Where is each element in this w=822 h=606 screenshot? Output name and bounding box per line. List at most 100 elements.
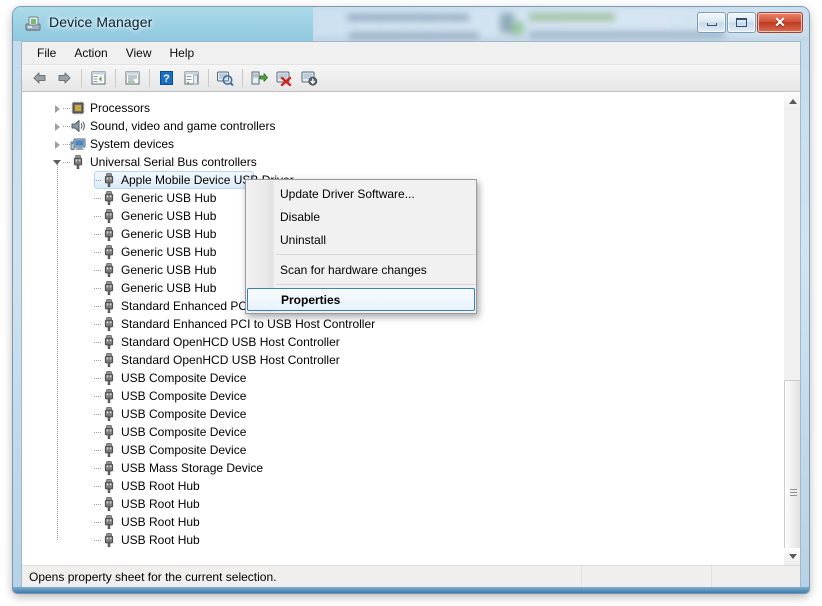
menu-file[interactable]: File (28, 44, 65, 63)
context-menu-item[interactable]: Properties (247, 288, 475, 311)
show-hide-console-tree-icon[interactable] (86, 67, 110, 90)
tree-item-label: Processors (90, 101, 151, 115)
tree-connector-line (94, 251, 101, 253)
toolbar-separator (81, 69, 82, 87)
usb-icon (101, 172, 117, 188)
menu-action[interactable]: Action (65, 44, 116, 63)
tree-item[interactable]: USB Composite Device (22, 423, 783, 441)
tree-item[interactable]: System devices (22, 135, 783, 153)
tree-connector-line (94, 377, 101, 379)
tree-item-label: USB Root Hub (121, 497, 200, 511)
menu-view[interactable]: View (117, 44, 161, 63)
tree-item[interactable]: Standard OpenHCD USB Host Controller (22, 333, 783, 351)
vertical-scrollbar[interactable] (783, 93, 800, 565)
tree-connector-line (94, 431, 101, 433)
back-icon[interactable] (27, 67, 51, 90)
help-icon[interactable]: ? (154, 67, 178, 90)
tree-item[interactable]: Standard Enhanced PCI to USB Host Contro… (22, 315, 783, 333)
tree-item[interactable]: USB Composite Device (22, 369, 783, 387)
tree-collapse-icon[interactable] (52, 157, 63, 168)
tree-item[interactable]: Standard OpenHCD USB Host Controller (22, 351, 783, 369)
tree-expand-icon[interactable] (52, 139, 63, 150)
usb-icon (101, 226, 117, 242)
close-button[interactable]: ✕ (757, 12, 803, 33)
status-message: Opens property sheet for the current sel… (22, 566, 582, 587)
window-client-area: File Action View Help ? Processors Sound… (21, 41, 801, 587)
tree-item[interactable]: USB Composite Device (22, 387, 783, 405)
disable-device-icon[interactable] (297, 67, 321, 90)
sound-icon (70, 118, 86, 134)
context-menu-item[interactable]: Scan for hardware changes (246, 258, 476, 281)
context-menu-item[interactable]: Uninstall (246, 228, 476, 251)
title-bar[interactable]: Device Manager ✕ (13, 7, 809, 41)
tree-item[interactable]: USB Composite Device (22, 405, 783, 423)
tree-item-label: Standard OpenHCD USB Host Controller (121, 335, 340, 349)
tree-connector-line (94, 539, 101, 541)
tree-item-label: Generic USB Hub (121, 263, 217, 277)
desktop-background: Device Manager ✕ File Action View Help ?… (0, 0, 822, 606)
tree-item-label: Sound, video and game controllers (90, 119, 276, 133)
tree-item[interactable]: USB Root Hub (22, 513, 783, 531)
usb-icon (101, 316, 117, 332)
close-icon: ✕ (774, 14, 786, 30)
context-menu[interactable]: Update Driver Software... Disable Uninstal… (245, 179, 477, 314)
tree-item[interactable]: Sound, video and game controllers (22, 117, 783, 135)
maximize-button[interactable] (727, 12, 756, 33)
device-tree[interactable]: Processors Sound, video and game controll… (22, 93, 783, 565)
tree-item-label: Standard OpenHCD USB Host Controller (121, 353, 340, 367)
forward-icon[interactable] (52, 67, 76, 90)
tree-connector-line (94, 269, 101, 271)
tree-item[interactable]: Processors (22, 99, 783, 117)
usb-icon (101, 406, 117, 422)
tree-connector-line (94, 413, 101, 415)
tree-item-label: Generic USB Hub (121, 209, 217, 223)
tree-item-label: USB Composite Device (121, 425, 247, 439)
tree-item[interactable]: USB Mass Storage Device (22, 459, 783, 477)
tree-item-label: USB Composite Device (121, 443, 247, 457)
properties-icon[interactable] (120, 67, 144, 90)
usb-icon (101, 496, 117, 512)
tree-item-label: USB Composite Device (121, 371, 247, 385)
scrollbar-grip-icon (790, 488, 797, 498)
tree-item-label: Universal Serial Bus controllers (90, 155, 257, 169)
update-driver-software-icon[interactable] (247, 67, 271, 90)
tree-item[interactable]: USB Composite Device (22, 441, 783, 459)
uninstall-device-icon[interactable] (272, 67, 296, 90)
tree-item[interactable]: USB Root Hub (22, 495, 783, 513)
context-menu-item[interactable]: Disable (246, 205, 476, 228)
tree-expand-icon[interactable] (52, 103, 63, 114)
usb-icon (101, 208, 117, 224)
scroll-up-icon[interactable] (784, 93, 800, 110)
scan-for-hardware-changes-icon[interactable] (213, 67, 237, 90)
show-hide-action-pane-icon[interactable] (179, 67, 203, 90)
context-menu-separator (276, 254, 475, 255)
device-manager-window: Device Manager ✕ File Action View Help ?… (13, 7, 809, 593)
usb-icon (101, 262, 117, 278)
menu-help[interactable]: Help (161, 44, 204, 63)
tree-item[interactable]: USB Root Hub (22, 477, 783, 495)
tree-item[interactable]: Universal Serial Bus controllers (22, 153, 783, 171)
tree-connector-line (94, 197, 101, 199)
tree-connector-line (94, 359, 101, 361)
tree-connector-line (94, 233, 101, 235)
scroll-down-icon[interactable] (784, 548, 800, 565)
tree-connector-line (94, 521, 101, 523)
tree-item[interactable]: USB Root Hub (22, 531, 783, 549)
scrollbar-thumb[interactable] (784, 380, 800, 565)
usb-icon (101, 424, 117, 440)
tree-item-label: USB Root Hub (121, 479, 200, 493)
toolbar: ? (22, 64, 800, 92)
tree-expand-icon[interactable] (52, 121, 63, 132)
usb-icon (101, 442, 117, 458)
minimize-button[interactable] (697, 12, 726, 33)
context-menu-item[interactable]: Update Driver Software... (246, 182, 476, 205)
window-bottom-edge (13, 587, 809, 593)
tree-connector-line (94, 449, 101, 451)
tree-item-label: USB Composite Device (121, 407, 247, 421)
